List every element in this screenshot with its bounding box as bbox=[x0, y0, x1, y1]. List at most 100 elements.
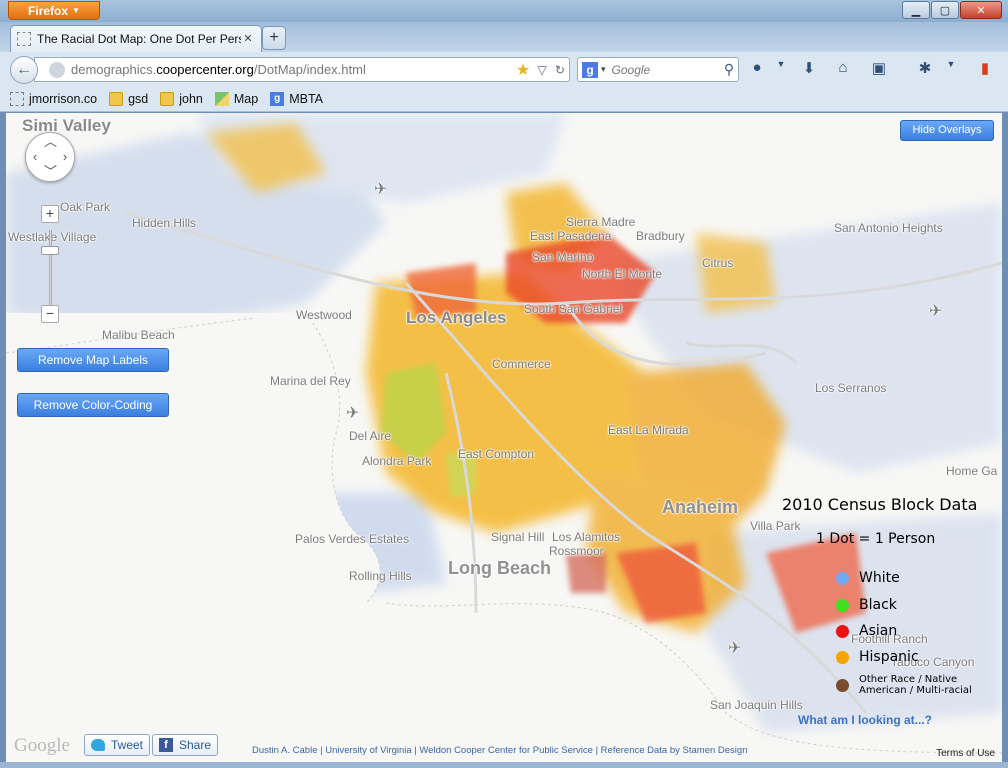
new-tab-button[interactable]: + bbox=[262, 26, 286, 50]
legend-item-white: White bbox=[836, 570, 900, 586]
window-titlebar: Firefox ▼ ▁ ▢ ✕ bbox=[0, 0, 1008, 22]
bookmark-star-icon[interactable]: ★ bbox=[513, 60, 533, 80]
firefox-menu-label: Firefox bbox=[28, 3, 69, 18]
remove-map-labels-button[interactable]: Remove Map Labels bbox=[17, 348, 169, 372]
close-tab-icon[interactable]: ✕ bbox=[241, 32, 255, 46]
place-label: Rolling Hills bbox=[349, 569, 412, 583]
terms-of-use-link[interactable]: Terms of Use bbox=[936, 748, 995, 759]
search-engine-dropdown-icon[interactable]: ▾ bbox=[601, 64, 606, 75]
legend-dot bbox=[836, 624, 849, 638]
folder-icon bbox=[160, 91, 175, 106]
pan-up-icon[interactable]: ︿ bbox=[44, 135, 57, 148]
search-input[interactable]: Google bbox=[612, 63, 720, 77]
what-am-i-looking-at-link[interactable]: What am I looking at...? bbox=[798, 713, 932, 727]
legend-subtitle: 1 Dot = 1 Person bbox=[816, 531, 936, 547]
firefox-menu-button[interactable]: Firefox ▼ bbox=[8, 1, 100, 20]
page-icon bbox=[17, 32, 31, 46]
addon-red-icon[interactable]: ▮ bbox=[974, 59, 996, 79]
place-label: Bradbury bbox=[636, 229, 685, 243]
legend-item-asian: Asian bbox=[836, 623, 897, 639]
place-label: Westlake Village bbox=[8, 230, 97, 244]
place-label: Malibu Beach bbox=[102, 328, 175, 342]
zoom-in-button[interactable]: + bbox=[41, 205, 59, 223]
google-icon: g bbox=[270, 91, 285, 106]
place-label: South San Gabriel bbox=[524, 302, 623, 316]
bookmark-gsd[interactable]: gsd bbox=[109, 91, 148, 106]
zoom-slider-thumb[interactable] bbox=[41, 246, 59, 255]
bookmark-map[interactable]: Map bbox=[214, 91, 259, 106]
search-bar[interactable]: g ▾ Google ⚲ bbox=[577, 57, 739, 82]
maximize-button[interactable]: ▢ bbox=[931, 1, 959, 19]
place-label: Los Alamitos bbox=[552, 530, 621, 544]
page-icon bbox=[10, 91, 24, 106]
tweet-label: Tweet bbox=[111, 738, 144, 752]
place-label: Sierra Madre bbox=[566, 215, 636, 229]
url-history-dropdown-icon[interactable]: ▽ bbox=[533, 63, 551, 77]
map-viewport[interactable]: Simi Valley Oak Park Hidden Hills Westla… bbox=[6, 113, 1002, 762]
legend-label: Hispanic bbox=[859, 649, 919, 665]
legend-label: White bbox=[859, 570, 900, 586]
bookmarks-toolbar: jmorrison.co gsd john Map g MBTA bbox=[0, 86, 1008, 112]
reload-icon[interactable]: ↻ bbox=[551, 63, 569, 77]
legend-item-black: Black bbox=[836, 597, 897, 613]
place-label: Westwood bbox=[296, 308, 352, 322]
pan-control[interactable]: ︿ ﹀ ‹ › bbox=[25, 132, 75, 182]
place-label: San Marino bbox=[532, 250, 594, 264]
attribution-links[interactable]: Dustin A. Cable | University of Virginia… bbox=[252, 745, 747, 756]
bookmark-jmorrison[interactable]: jmorrison.co bbox=[10, 91, 97, 106]
bookmark-label: john bbox=[179, 91, 203, 106]
place-label: Citrus bbox=[702, 256, 734, 270]
addon-bug-icon[interactable]: ✱ bbox=[914, 59, 936, 79]
bookmarks-menu-icon[interactable]: ▣ bbox=[868, 59, 890, 79]
bookmark-label: Map bbox=[233, 91, 259, 106]
place-label: Commerce bbox=[492, 357, 551, 371]
bookmark-label: MBTA bbox=[289, 91, 323, 106]
search-icon[interactable]: ⚲ bbox=[720, 61, 738, 78]
place-label: Oak Park bbox=[60, 200, 111, 214]
chevron-down-icon[interactable]: ▼ bbox=[940, 59, 962, 79]
home-icon[interactable]: ⌂ bbox=[832, 59, 854, 79]
share-button[interactable]: f Share bbox=[152, 734, 219, 756]
tab-strip: The Racial Dot Map: One Dot Per Person..… bbox=[0, 22, 1008, 52]
place-label: Del Aire bbox=[349, 429, 392, 443]
zoom-out-button[interactable]: − bbox=[41, 305, 59, 323]
legend-item-hispanic: Hispanic bbox=[836, 649, 919, 665]
legend-item-other: Other Race / Native American / Multi-raci… bbox=[836, 674, 972, 696]
chevron-down-icon[interactable]: ▼ bbox=[770, 59, 792, 79]
place-label: Home Ga bbox=[946, 464, 998, 478]
place-label: North El Monte bbox=[582, 267, 663, 281]
bookmark-mbta[interactable]: g MBTA bbox=[270, 91, 323, 106]
pan-down-icon[interactable]: ﹀ bbox=[44, 165, 57, 178]
url-bar[interactable]: demographics.coopercenter.org/DotMap/ind… bbox=[34, 57, 570, 82]
downloads-icon[interactable]: ⬇ bbox=[798, 59, 820, 79]
url-text[interactable]: demographics.coopercenter.org/DotMap/ind… bbox=[71, 62, 513, 77]
close-window-button[interactable]: ✕ bbox=[960, 1, 1002, 19]
legend-title: 2010 Census Block Data bbox=[782, 495, 978, 514]
airport-icon: ✈ bbox=[728, 640, 742, 657]
legend-dot bbox=[836, 598, 849, 612]
place-label: Marina del Rey bbox=[270, 374, 351, 388]
place-label: East Pasadena bbox=[530, 229, 612, 243]
tweet-button[interactable]: Tweet bbox=[84, 734, 151, 756]
back-button[interactable]: ← bbox=[10, 56, 38, 84]
addon-hp-icon[interactable]: ● bbox=[746, 59, 768, 79]
place-label: Rossmoor bbox=[549, 544, 604, 558]
search-engine-icon[interactable]: g bbox=[582, 61, 598, 78]
hide-overlays-button[interactable]: Hide Overlays bbox=[900, 120, 994, 141]
legend: 2010 Census Block Data 1 Dot = 1 Person … bbox=[774, 491, 1000, 711]
zoom-slider-track[interactable] bbox=[49, 230, 52, 310]
site-identity-icon[interactable] bbox=[49, 61, 65, 78]
pan-left-icon[interactable]: ‹ bbox=[29, 150, 41, 163]
chevron-down-icon: ▼ bbox=[72, 6, 80, 15]
legend-label: Black bbox=[859, 597, 897, 613]
legend-dot bbox=[836, 571, 849, 585]
google-logo[interactable]: Google bbox=[14, 735, 70, 757]
remove-color-coding-button[interactable]: Remove Color-Coding bbox=[17, 393, 169, 417]
folder-icon bbox=[109, 91, 124, 106]
pan-right-icon[interactable]: › bbox=[59, 150, 71, 163]
minimize-button[interactable]: ▁ bbox=[902, 1, 930, 19]
place-label: Palos Verdes Estates bbox=[295, 532, 410, 546]
place-label: Los Angeles bbox=[406, 308, 507, 327]
bookmark-john[interactable]: john bbox=[160, 91, 203, 106]
tab-racial-dot-map[interactable]: The Racial Dot Map: One Dot Per Person..… bbox=[10, 25, 262, 52]
